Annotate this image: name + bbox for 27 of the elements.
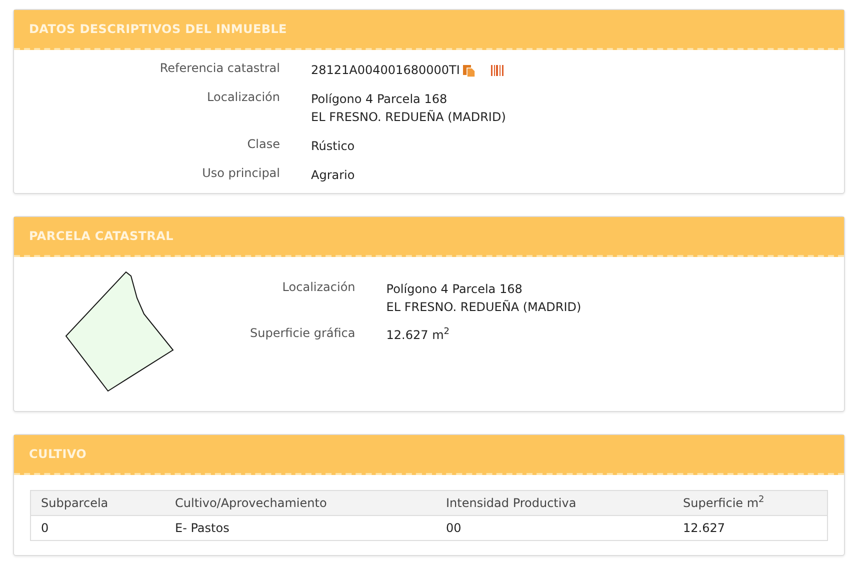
field-value: 12.627 m$^{2}$ (386, 326, 450, 344)
panel-header: CULTIVO (14, 435, 844, 475)
field-label: Uso principal (201, 166, 280, 182)
panel-header: DATOS DESCRIPTIVOS DEL INMUEBLE (14, 10, 844, 50)
field-value: Agrario (311, 167, 355, 184)
field-value: Polígono 4 Parcela 168 (386, 281, 522, 298)
column-header: Intensidad Productiva (436, 490, 673, 516)
field-value: 28121A004001680000TI (311, 62, 460, 79)
field-value: EL FRESNO. REDUEÑA (MADRID) (311, 109, 506, 126)
field-label: Referencia catastral (158, 61, 280, 77)
column-header: Superficie m$^{2}$ (673, 490, 828, 516)
field-label: Superficie gráfica (250, 326, 356, 342)
table-cell: 12.627 (673, 516, 828, 540)
field-label: Clase (246, 137, 280, 153)
field-value: Polígono 4 Parcela 168 (311, 91, 448, 108)
column-header: Subparcela (30, 490, 165, 516)
copy-icon[interactable] (462, 64, 476, 76)
field-value: Rústico (311, 138, 355, 155)
table-cell: 0 (30, 516, 165, 540)
field-label: Localización (281, 280, 356, 296)
panel-header: PARCELA CATASTRAL (14, 217, 844, 257)
column-header: Cultivo/Aprovechamiento (165, 490, 436, 516)
field-label: Localización (206, 90, 280, 106)
barcode-icon[interactable] (490, 64, 504, 76)
field-value: EL FRESNO. REDUEÑA (MADRID) (386, 299, 582, 316)
table-cell: E- Pastos (165, 516, 436, 540)
table-cell: 00 (436, 516, 673, 540)
